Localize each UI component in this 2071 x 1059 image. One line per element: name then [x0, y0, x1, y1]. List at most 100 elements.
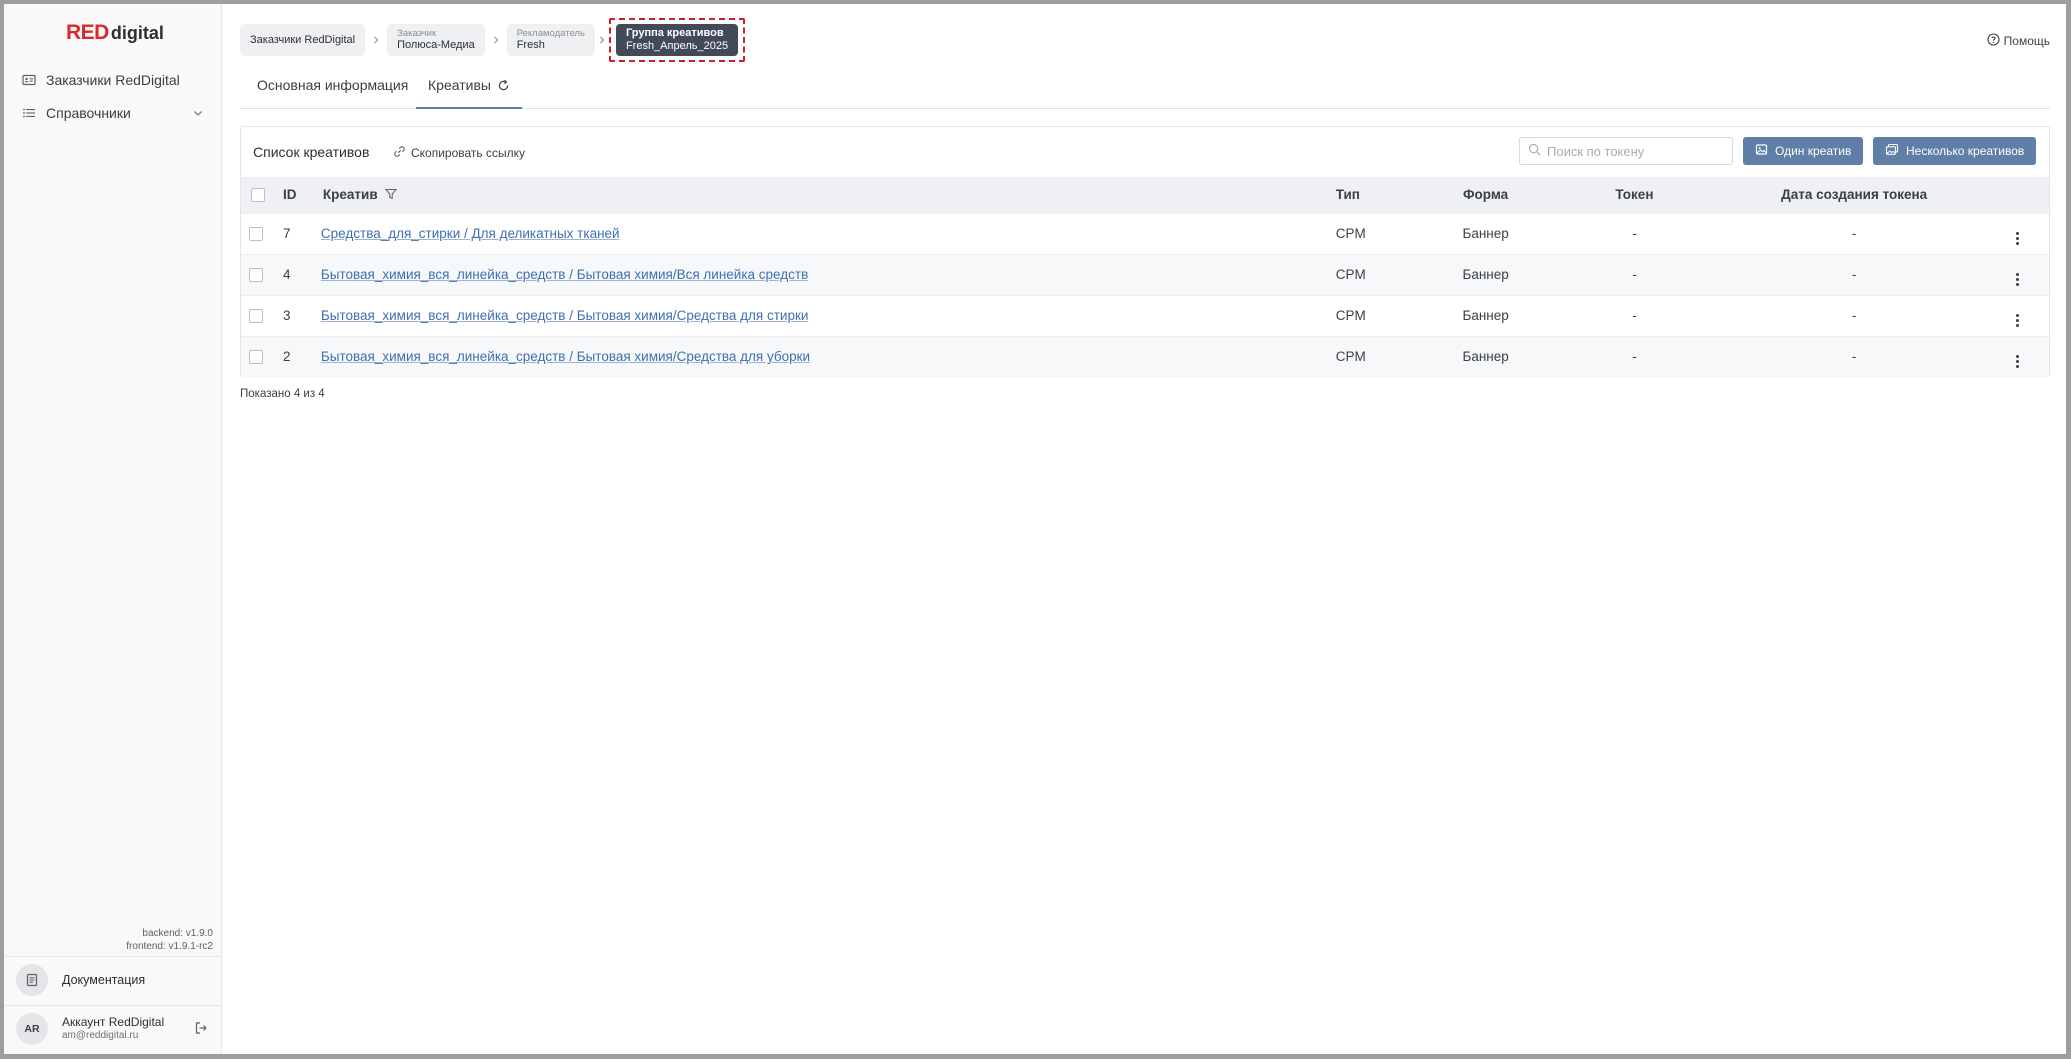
- creative-link[interactable]: Бытовая_химия_вся_линейка_средств / Быто…: [321, 349, 810, 364]
- column-header-type: Тип: [1335, 187, 1360, 203]
- cell-id: 7: [282, 226, 291, 241]
- more-vertical-icon[interactable]: [2015, 272, 2019, 286]
- column-header-label: Креатив: [322, 186, 378, 202]
- table-row: 2 Бытовая_химия_вся_линейка_средств / Бы…: [241, 336, 2049, 377]
- link-icon: [393, 145, 406, 161]
- breadcrumb-value: Fresh_Апрель_2025: [625, 40, 729, 52]
- tab-main-info[interactable]: Основная информация: [257, 69, 408, 109]
- breadcrumb-advertiser[interactable]: Рекламодатель Fresh: [506, 24, 595, 56]
- search-input[interactable]: [1547, 143, 1717, 159]
- cell-token: -: [1632, 267, 1637, 282]
- cell-token-date: -: [1851, 349, 1857, 365]
- question-circle-icon: [1987, 33, 2000, 49]
- chevron-down-icon[interactable]: [192, 102, 204, 124]
- document-icon: [16, 964, 48, 996]
- row-checkbox[interactable]: [249, 227, 263, 242]
- sidebar-item-customers[interactable]: Заказчики RedDigital: [22, 69, 180, 91]
- cell-token: -: [1632, 226, 1637, 241]
- copy-link-label: Скопировать ссылку: [411, 146, 526, 160]
- add-one-creative-button[interactable]: Один креатив: [1743, 137, 1864, 165]
- row-checkbox[interactable]: [249, 268, 263, 283]
- account-name: Аккаунт RedDigital: [62, 1015, 165, 1029]
- card-header: Список креативов Скопировать ссылку Один…: [241, 127, 2049, 177]
- column-header-id: ID: [282, 187, 297, 203]
- column-header-creative: Креатив: [321, 177, 1336, 213]
- cell-token-date: -: [1851, 267, 1857, 282]
- more-vertical-icon[interactable]: [2015, 313, 2019, 327]
- images-icon: [1885, 143, 1899, 159]
- breadcrumb-caption: Рекламодатель: [516, 28, 585, 39]
- table-row: 4 Бытовая_химия_вся_линейка_средств / Бы…: [241, 254, 2049, 295]
- cell-token-date: -: [1851, 308, 1857, 323]
- documentation-link[interactable]: Документация: [16, 964, 145, 996]
- chevron-right-icon: [485, 35, 507, 45]
- creative-link[interactable]: Бытовая_химия_вся_линейка_средств / Быто…: [321, 308, 808, 323]
- cell-form: Баннер: [1462, 267, 1509, 282]
- creatives-table: ID Креатив Тип Форма Токен Дата создания…: [241, 177, 2049, 377]
- chevron-right-icon: [595, 35, 609, 45]
- pagination-summary: Показано 4 из 4: [240, 388, 325, 400]
- image-icon: [1755, 143, 1768, 159]
- cell-id: 2: [282, 349, 291, 365]
- version-info: backend: v1.9.0 frontend: v1.9.1-rc2: [126, 927, 213, 953]
- sidebar-item-label: Заказчики RedDigital: [46, 72, 180, 88]
- cell-form: Баннер: [1462, 349, 1509, 365]
- list-icon: [22, 106, 36, 120]
- filter-icon[interactable]: [385, 188, 398, 203]
- version-frontend: frontend: v1.9.1-rc2: [126, 941, 213, 952]
- tab-creatives[interactable]: Креативы: [416, 69, 522, 109]
- breadcrumb: Заказчики RedDigital Заказчик Полюса-Мед…: [240, 18, 746, 62]
- column-header-token: Токен: [1615, 187, 1654, 203]
- cell-form: Баннер: [1462, 226, 1509, 241]
- tab-label: Креативы: [428, 77, 491, 93]
- cell-id: 3: [282, 308, 291, 323]
- card-title: Список креативов: [253, 144, 370, 160]
- table-row: 7 Средства_для_стирки / Для деликатных т…: [241, 213, 2049, 254]
- version-backend: backend: v1.9.0: [142, 928, 213, 939]
- breadcrumb-caption: Группа креативов: [625, 27, 724, 39]
- select-all-checkbox[interactable]: [251, 188, 265, 203]
- tab-label: Основная информация: [257, 77, 409, 93]
- divider: [4, 1005, 222, 1006]
- copy-link-button[interactable]: Скопировать ссылку: [393, 145, 525, 161]
- breadcrumb-creative-group[interactable]: Группа креативов Fresh_Апрель_2025: [615, 24, 739, 56]
- column-header-form: Форма: [1463, 187, 1509, 203]
- cell-type: CPM: [1335, 267, 1366, 282]
- row-checkbox[interactable]: [249, 309, 263, 324]
- logo[interactable]: RED digital: [66, 21, 164, 47]
- button-label: Несколько креативов: [1906, 144, 2025, 158]
- row-checkbox[interactable]: [249, 350, 263, 365]
- avatar[interactable]: AR: [16, 1013, 48, 1045]
- table-row: 3 Бытовая_химия_вся_линейка_средств / Бы…: [241, 295, 2049, 336]
- divider: [4, 956, 222, 957]
- breadcrumb-caption: Заказчик: [397, 28, 437, 39]
- breadcrumb-value: Заказчики RedDigital: [250, 33, 356, 46]
- more-vertical-icon[interactable]: [2015, 354, 2019, 368]
- cell-id: 4: [282, 267, 291, 282]
- account-block: AR Аккаунт RedDigital am@reddigital.ru: [16, 1013, 216, 1045]
- creative-link[interactable]: Бытовая_химия_вся_линейка_средств / Быто…: [321, 267, 808, 282]
- button-label: Один креатив: [1775, 144, 1852, 158]
- documentation-label: Документация: [62, 973, 146, 987]
- breadcrumb-customers[interactable]: Заказчики RedDigital: [240, 24, 366, 56]
- more-vertical-icon[interactable]: [2015, 231, 2019, 245]
- breadcrumb-customer[interactable]: Заказчик Полюса-Медиа: [387, 24, 485, 56]
- sidebar: RED digital Заказчики RedDigital Справоч…: [4, 4, 222, 1054]
- refresh-icon[interactable]: [497, 79, 510, 95]
- id-card-icon: [22, 73, 36, 87]
- token-search: [1519, 137, 1733, 165]
- cell-token: -: [1632, 308, 1637, 323]
- table-header-row: ID Креатив Тип Форма Токен Дата создания…: [241, 177, 2049, 213]
- column-header-token-date: Дата создания токена: [1781, 187, 1928, 203]
- sidebar-item-label: Справочники: [46, 105, 131, 121]
- account-email: am@reddigital.ru: [62, 1030, 139, 1041]
- breadcrumb-value: Fresh: [516, 39, 545, 51]
- add-multiple-creatives-button[interactable]: Несколько креативов: [1873, 137, 2037, 165]
- creative-link[interactable]: Средства_для_стирки / Для деликатных тка…: [321, 226, 620, 241]
- search-icon: [1528, 143, 1541, 159]
- cell-token-date: -: [1851, 226, 1857, 241]
- creatives-card: Список креативов Скопировать ссылку Один…: [240, 126, 2050, 377]
- sidebar-item-references[interactable]: Справочники: [22, 102, 204, 124]
- help-button[interactable]: Помощь: [1987, 33, 2050, 49]
- logout-icon[interactable]: [194, 1021, 208, 1038]
